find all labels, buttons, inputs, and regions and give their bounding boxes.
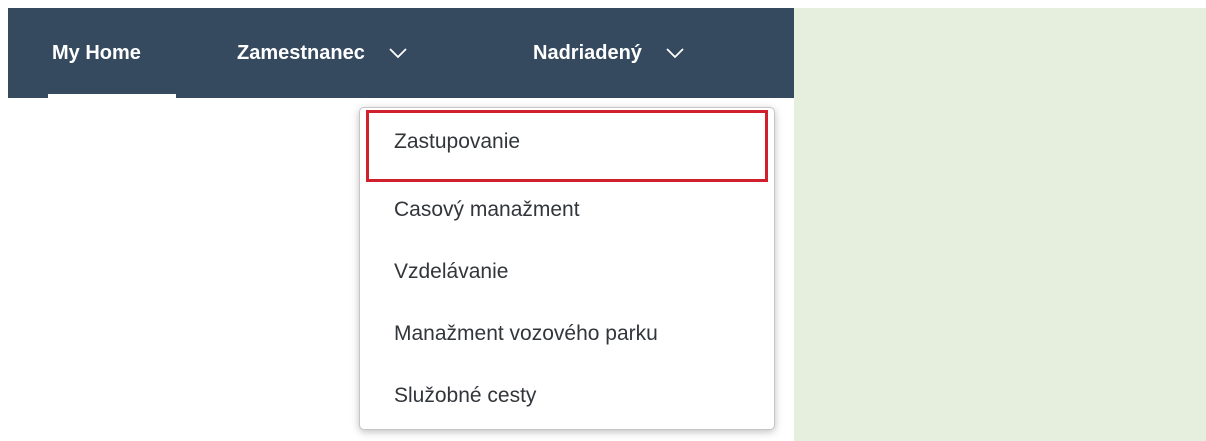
menu-item-label: Casový manažment	[394, 198, 580, 221]
menu-item-label: Zastupovanie	[394, 130, 521, 153]
menu-item-sluzobne-cesty[interactable]: Služobné cesty	[360, 365, 774, 427]
chevron-down-icon	[389, 48, 407, 59]
menu-item-vzdelavanie[interactable]: Vzdelávanie	[360, 241, 774, 303]
nav-item-label: My Home	[52, 41, 141, 64]
nadriadeny-dropdown-menu: Zastupovanie Casový manažment Vzdelávani…	[359, 107, 775, 430]
menu-item-label: Manažment vozového parku	[394, 322, 658, 345]
menu-item-label: Vzdelávanie	[394, 260, 509, 283]
nav-item-zamestnanec[interactable]: Zamestnanec	[237, 8, 407, 98]
active-tab-indicator	[48, 94, 176, 98]
nav-item-label: Nadriadený	[533, 41, 642, 64]
shell-top-navigation: My Home Zamestnanec Nadriadený	[8, 8, 794, 98]
nav-item-nadriadeny[interactable]: Nadriadený	[533, 8, 684, 98]
menu-item-zastupovanie[interactable]: Zastupovanie	[360, 111, 774, 173]
chevron-down-icon	[666, 48, 684, 59]
menu-item-label: Služobné cesty	[394, 384, 537, 407]
nav-item-label: Zamestnanec	[237, 41, 365, 64]
menu-item-manazment-vozoveho-parku[interactable]: Manažment vozového parku	[360, 303, 774, 365]
side-panel-background	[794, 8, 1206, 441]
menu-item-casovy-manazment[interactable]: Casový manažment	[360, 179, 774, 241]
page: My Home Zamestnanec Nadriadený Zastupova…	[0, 0, 1206, 441]
nav-item-my-home[interactable]: My Home	[52, 8, 141, 98]
